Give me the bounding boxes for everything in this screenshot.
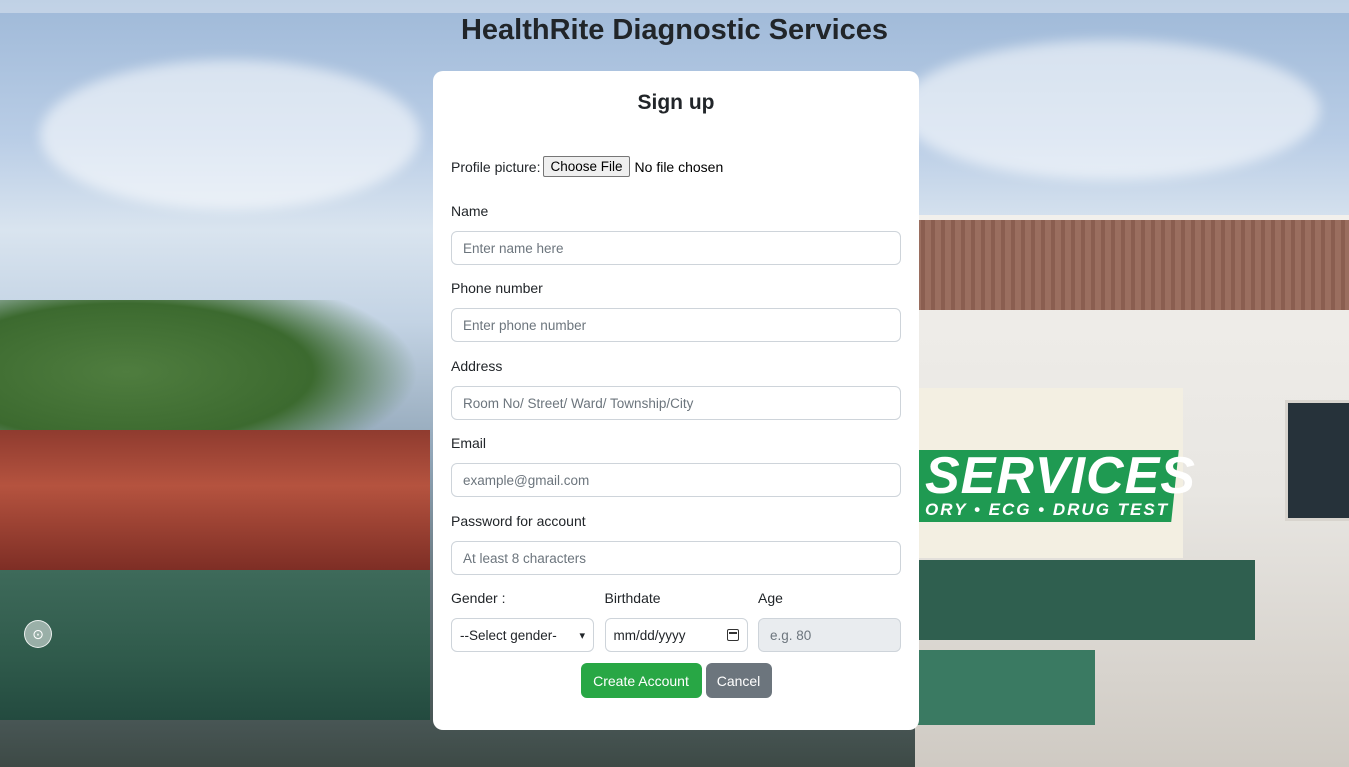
age-group: Age e.g. 80	[758, 589, 901, 652]
password-input[interactable]: At least 8 characters	[451, 541, 901, 575]
name-input[interactable]: Enter name here	[451, 231, 901, 265]
calendar-icon[interactable]	[726, 629, 739, 641]
choose-file-button[interactable]: Choose File	[543, 156, 630, 177]
phone-input[interactable]: Enter phone number	[451, 308, 901, 342]
gender-selected: --Select gender-	[460, 627, 557, 643]
profile-picture-row: Profile picture: Choose File No file cho…	[451, 156, 723, 177]
awning-right	[915, 560, 1255, 640]
roof-left	[0, 430, 430, 570]
age-label: Age	[758, 590, 783, 606]
details-row: Gender : --Select gender- ▾ Birthdate mm…	[451, 589, 901, 652]
birthdate-label: Birthdate	[604, 590, 661, 606]
cancel-button[interactable]: Cancel	[705, 663, 772, 698]
window	[1285, 400, 1349, 521]
email-field-group: Email example@gmail.com	[451, 434, 901, 497]
password-label: Password for account	[451, 513, 586, 529]
profile-picture-label: Profile picture:	[451, 158, 541, 175]
site-title: HealthRite Diagnostic Services	[460, 14, 889, 46]
chevron-down-icon: ▾	[579, 629, 585, 642]
phone-field-group: Phone number Enter phone number	[451, 279, 901, 342]
gender-select[interactable]: --Select gender- ▾	[451, 618, 594, 652]
birthdate-placeholder: mm/dd/yyyy	[613, 627, 686, 643]
birthdate-input[interactable]: mm/dd/yyyy	[604, 618, 748, 652]
address-field-group: Address Room No/ Street/ Ward/ Township/…	[451, 357, 901, 420]
phone-label: Phone number	[451, 280, 543, 296]
email-label: Email	[451, 435, 487, 451]
age-input: e.g. 80	[758, 618, 901, 652]
birthdate-group: Birthdate mm/dd/yyyy	[604, 589, 748, 652]
email-input[interactable]: example@gmail.com	[451, 463, 901, 497]
sign-text: SERVICES	[925, 447, 1196, 505]
roof-right	[915, 220, 1349, 310]
address-label: Address	[451, 358, 503, 374]
sign-subtext: ORY • ECG • DRUG TEST	[925, 500, 1170, 519]
create-account-button[interactable]: Create Account	[580, 663, 702, 698]
top-bar	[0, 0, 1349, 13]
password-field-group: Password for account At least 8 characte…	[451, 512, 901, 575]
form-actions: Create Account Cancel	[433, 663, 919, 698]
gender-label: Gender :	[451, 590, 506, 606]
location-pin-icon[interactable]: ⊙	[24, 620, 52, 648]
signup-card: Sign up Profile picture: Choose File No …	[433, 71, 919, 730]
name-field-group: Name Enter name here	[451, 202, 901, 265]
awning-bottom	[915, 650, 1095, 725]
address-input[interactable]: Room No/ Street/ Ward/ Township/City	[451, 386, 901, 420]
cloud	[40, 60, 420, 210]
file-status: No file chosen	[634, 158, 724, 175]
awning-left	[0, 570, 430, 720]
name-label: Name	[451, 203, 489, 219]
cloud	[900, 40, 1320, 180]
form-title: Sign up	[637, 91, 715, 114]
gender-group: Gender : --Select gender- ▾	[451, 589, 594, 652]
